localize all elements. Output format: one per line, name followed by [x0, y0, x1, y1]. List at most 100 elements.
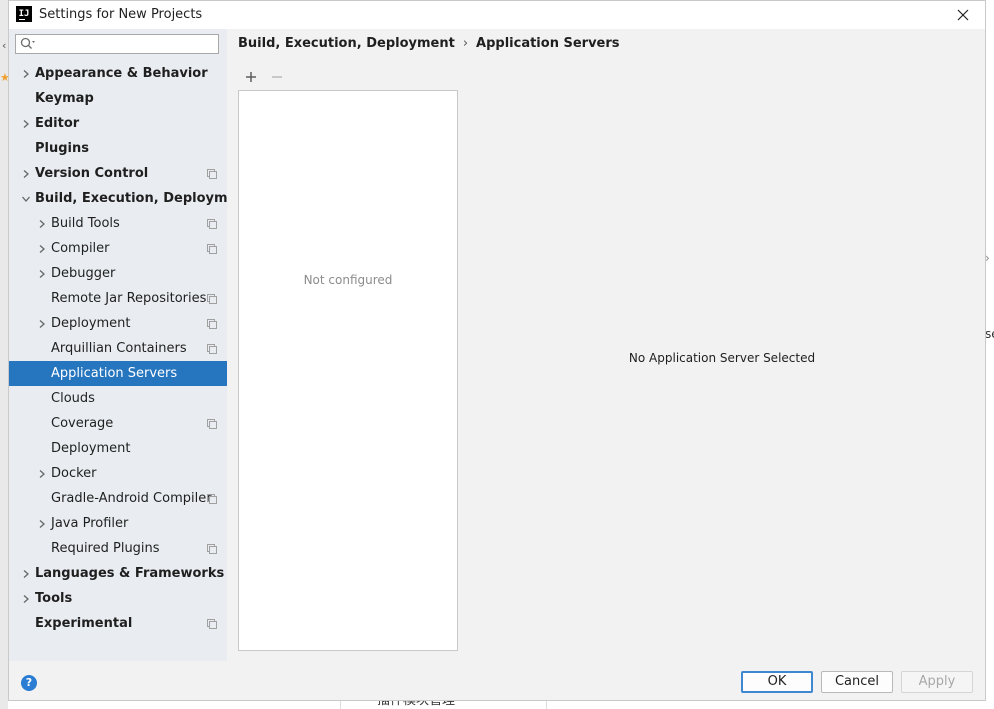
chevron-right-icon[interactable] [37, 468, 47, 478]
sidebar-item-label: Deployment [51, 316, 131, 331]
sidebar-item[interactable]: Tools [9, 586, 227, 611]
search-icon [20, 37, 35, 49]
sidebar-item[interactable]: Experimental [9, 611, 227, 636]
chevron-right-icon[interactable] [37, 318, 47, 328]
sidebar-item[interactable]: Build Tools [9, 211, 227, 236]
sidebar-item-label: Keymap [35, 91, 94, 106]
sidebar-item-label: Build Tools [51, 216, 120, 231]
sidebar-item[interactable]: Languages & Frameworks [9, 561, 227, 586]
sidebar-item-label: Java Profiler [51, 516, 129, 531]
background-window-edge-right [986, 30, 994, 709]
sidebar-item[interactable]: Gradle-Android Compiler [9, 486, 227, 511]
project-settings-icon [207, 293, 217, 304]
sidebar-item-label: Build, Execution, Deployment [35, 191, 252, 206]
project-settings-icon [207, 218, 217, 229]
sidebar-item[interactable]: Clouds [9, 386, 227, 411]
remove-server-button[interactable] [269, 69, 285, 85]
dialog-footer: ? OK Cancel Apply [9, 661, 985, 700]
chevron-right-icon[interactable] [21, 68, 31, 78]
close-icon [957, 9, 969, 21]
search-box[interactable] [15, 34, 219, 54]
sidebar-item[interactable]: Required Plugins [9, 536, 227, 561]
sidebar-item[interactable]: Build, Execution, Deployment [9, 186, 252, 211]
sidebar-item-label: Appearance & Behavior [35, 66, 208, 81]
search-input[interactable] [40, 36, 214, 52]
background-partial-text: se [985, 327, 994, 341]
chevron-right-icon[interactable] [21, 568, 31, 578]
sidebar-item-label: Application Servers [51, 366, 178, 381]
chevron-right-icon[interactable] [37, 218, 47, 228]
minus-icon [272, 76, 282, 78]
sidebar-item-label: Experimental [35, 616, 133, 631]
add-server-button[interactable] [243, 69, 259, 85]
sidebar-item[interactable]: Remote Jar Repositories [9, 286, 227, 311]
sidebar-item[interactable]: Deployment [9, 436, 227, 461]
apply-button[interactable]: Apply [901, 671, 973, 693]
breadcrumb: Build, Execution, Deployment › Application… [238, 36, 620, 51]
chevron-right-icon[interactable] [37, 518, 47, 528]
background-chevron-left-icon: ‹ [2, 39, 7, 52]
chevron-down-icon[interactable] [21, 193, 31, 203]
sidebar-item[interactable]: Coverage [9, 411, 227, 436]
chevron-right-icon[interactable] [21, 593, 31, 603]
detail-empty-text: No Application Server Selected [628, 351, 816, 365]
project-settings-icon [207, 418, 217, 429]
project-settings-icon [207, 168, 217, 179]
sidebar-item-label: Required Plugins [51, 541, 160, 556]
project-settings-icon [207, 618, 217, 629]
sidebar-item[interactable]: Debugger [9, 261, 227, 286]
title-bar: IJ Settings for New Projects [9, 1, 985, 29]
project-settings-icon [207, 243, 217, 254]
sidebar-item[interactable]: Keymap [9, 86, 227, 111]
cancel-button[interactable]: Cancel [821, 671, 893, 693]
background-partial-panel: 插件模块管理 [340, 700, 547, 709]
sidebar-item-label: Arquillian Containers [51, 341, 187, 356]
sidebar-item-label: Version Control [35, 166, 149, 181]
sidebar-item[interactable]: Docker [9, 461, 227, 486]
sidebar-item[interactable]: Application Servers [9, 361, 227, 386]
chevron-right-icon[interactable] [21, 118, 31, 128]
breadcrumb-current: Application Servers [476, 36, 620, 51]
main-panel: Build, Execution, Deployment › Application… [227, 29, 985, 661]
settings-sidebar: Appearance & Behavior Keymap Editor Plugins… [9, 29, 252, 661]
sidebar-item-label: Debugger [51, 266, 116, 281]
sidebar-item[interactable]: Editor [9, 111, 227, 136]
breadcrumb-separator: › [462, 36, 469, 51]
sidebar-item-label: Editor [35, 116, 80, 131]
server-list[interactable]: Not configured [238, 90, 458, 651]
app-icon-text: IJ [18, 9, 30, 19]
sidebar-item[interactable]: Appearance & Behavior [9, 61, 227, 86]
sidebar-item[interactable]: Java Profiler [9, 511, 227, 536]
sidebar-item[interactable]: Deployment [9, 311, 227, 336]
sidebar-item[interactable]: Arquillian Containers [9, 336, 227, 361]
close-button[interactable] [953, 5, 973, 25]
intellij-app-icon: IJ [16, 6, 32, 22]
sidebar-item-label: Gradle-Android Compiler [51, 491, 212, 506]
project-settings-icon [207, 543, 217, 554]
project-settings-icon [207, 318, 217, 329]
sidebar-item-label: Remote Jar Repositories [51, 291, 207, 306]
chevron-right-icon[interactable] [21, 168, 31, 178]
sidebar-item[interactable]: Plugins [9, 136, 227, 161]
background-partial-cjk-text: 插件模块管理 [377, 700, 456, 708]
window-title: Settings for New Projects [39, 7, 203, 22]
sidebar-item-label: Clouds [51, 391, 95, 406]
project-settings-icon [207, 493, 217, 504]
sidebar-item-label: Languages & Frameworks [35, 566, 225, 581]
sidebar-item-label: Plugins [35, 141, 89, 156]
settings-dialog: IJ Settings for New Projects Appearance … [8, 0, 986, 701]
plus-icon [246, 72, 256, 82]
sidebar-item-label: Tools [35, 591, 73, 606]
ok-button[interactable]: OK [741, 671, 813, 693]
chevron-right-icon[interactable] [37, 268, 47, 278]
sidebar-item-label: Docker [51, 466, 97, 481]
help-button[interactable]: ? [21, 675, 37, 691]
app-icon-underline [19, 19, 25, 20]
list-empty-text: Not configured [303, 273, 393, 287]
sidebar-item-label: Compiler [51, 241, 110, 256]
sidebar-item[interactable]: Version Control [9, 161, 227, 186]
sidebar-item-label: Deployment [51, 441, 131, 456]
sidebar-item[interactable]: Compiler [9, 236, 227, 261]
breadcrumb-parent[interactable]: Build, Execution, Deployment [238, 36, 455, 51]
chevron-right-icon[interactable] [37, 243, 47, 253]
